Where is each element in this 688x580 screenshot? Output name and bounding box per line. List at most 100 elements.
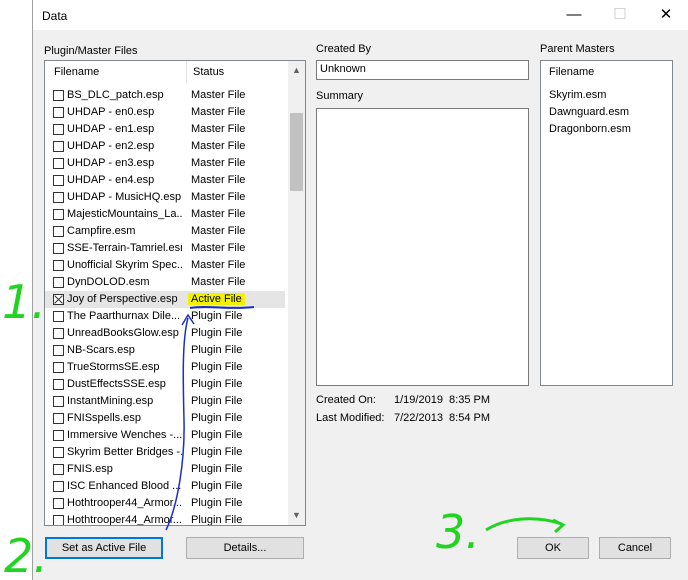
table-row[interactable]: Unofficial Skyrim Spec... Master File: [45, 257, 285, 274]
title-bar[interactable]: Data — ☐ ✕: [33, 0, 688, 30]
table-row[interactable]: InstantMining.esp Plugin File: [45, 393, 285, 410]
plugin-filename: The Paarthurnax Dile...: [67, 310, 181, 322]
plugin-filename: Unofficial Skyrim Spec...: [67, 259, 182, 271]
details-button[interactable]: Details...: [186, 537, 304, 559]
table-row[interactable]: UHDAP - en2.esp Master File: [45, 138, 285, 155]
checkbox[interactable]: [53, 277, 64, 288]
checkbox[interactable]: [53, 515, 64, 525]
checkbox[interactable]: [53, 396, 64, 407]
checkbox[interactable]: [53, 107, 64, 118]
table-row[interactable]: Hothtrooper44_Armor... Plugin File: [45, 512, 285, 525]
close-icon[interactable]: ✕: [643, 0, 688, 30]
checkbox[interactable]: [53, 260, 64, 271]
checkbox[interactable]: [53, 311, 64, 322]
table-row[interactable]: Immersive Wenches -... Plugin File: [45, 427, 285, 444]
plugin-status: Active File: [188, 291, 245, 308]
list-item[interactable]: Dawnguard.esm: [549, 106, 629, 118]
table-row[interactable]: UnreadBooksGlow.esp Plugin File: [45, 325, 285, 342]
plugin-filename: BS_DLC_patch.esp: [67, 89, 164, 101]
parent-filename-column-header[interactable]: Filename: [549, 61, 594, 83]
table-row[interactable]: UHDAP - MusicHQ.esp Master File: [45, 189, 285, 206]
table-row[interactable]: MajesticMountains_La... Master File: [45, 206, 285, 223]
plugin-status-text: Plugin File: [191, 378, 243, 390]
plugin-status-text: Plugin File: [191, 344, 243, 356]
checkbox[interactable]: [53, 124, 64, 135]
plugin-filename: FNIS.esp: [67, 463, 113, 475]
checkbox[interactable]: [53, 413, 64, 424]
checkbox[interactable]: [53, 90, 64, 101]
table-row[interactable]: Hothtrooper44_Armor... Plugin File: [45, 495, 285, 512]
parent-masters-list[interactable]: Filename Skyrim.esm Dawnguard.esm Dragon…: [540, 60, 673, 386]
checkbox[interactable]: [53, 175, 64, 186]
checkbox[interactable]: [53, 481, 64, 492]
plugin-list-scrollbar[interactable]: ▲ ▼: [288, 61, 305, 525]
plugin-status-text: Plugin File: [191, 327, 243, 339]
plugin-status-text: Master File: [191, 89, 246, 101]
list-item[interactable]: Dragonborn.esm: [549, 123, 631, 135]
checkbox[interactable]: [53, 141, 64, 152]
table-row[interactable]: UHDAP - en3.esp Master File: [45, 155, 285, 172]
plugin-status-text: Master File: [191, 242, 246, 254]
plugin-status: Master File: [191, 104, 245, 121]
list-item[interactable]: Skyrim.esm: [549, 89, 606, 101]
table-row[interactable]: The Paarthurnax Dile... Plugin File: [45, 308, 285, 325]
scroll-thumb[interactable]: [290, 113, 303, 191]
filename-column-header[interactable]: Filename: [54, 61, 99, 83]
table-row[interactable]: ISC Enhanced Blood ... Plugin File: [45, 478, 285, 495]
plugin-filename: UHDAP - en4.esp: [67, 174, 155, 186]
summary-field[interactable]: [316, 108, 529, 386]
plugin-status-text: Master File: [191, 106, 246, 118]
table-row[interactable]: UHDAP - en0.esp Master File: [45, 104, 285, 121]
cancel-button[interactable]: Cancel: [599, 537, 671, 559]
checkbox[interactable]: [53, 498, 64, 509]
plugin-status: Master File: [191, 121, 245, 138]
checkbox[interactable]: [53, 158, 64, 169]
table-row[interactable]: UHDAP - en1.esp Master File: [45, 121, 285, 138]
plugin-status: Plugin File: [191, 495, 242, 512]
plugin-file-list[interactable]: Filename Status BS_DLC_patch.esp Master F…: [44, 60, 306, 526]
table-row[interactable]: DustEffectsSSE.esp Plugin File: [45, 376, 285, 393]
checkbox[interactable]: [53, 345, 64, 356]
plugin-filename: Immersive Wenches -...: [67, 429, 182, 441]
plugin-status-text: Master File: [191, 191, 246, 203]
checkbox[interactable]: [53, 192, 64, 203]
plugin-status-text: Plugin File: [191, 480, 243, 492]
plugin-status: Plugin File: [191, 393, 242, 410]
plugin-status-text: Active File: [188, 293, 245, 305]
table-row[interactable]: Campfire.esm Master File: [45, 223, 285, 240]
last-modified-label: Last Modified:: [316, 412, 385, 424]
checkbox[interactable]: [53, 430, 64, 441]
table-row[interactable]: SSE-Terrain-Tamriel.esm Master File: [45, 240, 285, 257]
created-by-field[interactable]: Unknown: [316, 60, 529, 80]
table-row[interactable]: Joy of Perspective.esp Active File: [45, 291, 285, 308]
checkbox[interactable]: [53, 464, 64, 475]
table-row[interactable]: DynDOLOD.esm Master File: [45, 274, 285, 291]
table-row[interactable]: TrueStormsSE.esp Plugin File: [45, 359, 285, 376]
last-modified-value: 7/22/2013 8:54 PM: [394, 412, 491, 424]
plugin-status-text: Plugin File: [191, 361, 243, 373]
checkbox[interactable]: [53, 328, 64, 339]
table-row[interactable]: FNISspells.esp Plugin File: [45, 410, 285, 427]
table-row[interactable]: NB-Scars.esp Plugin File: [45, 342, 285, 359]
scroll-up-icon[interactable]: ▲: [288, 62, 305, 79]
plugin-status-text: Master File: [191, 140, 246, 152]
table-row[interactable]: Skyrim Better Bridges -... Plugin File: [45, 444, 285, 461]
checkbox[interactable]: [53, 226, 64, 237]
status-column-header[interactable]: Status: [193, 61, 224, 83]
checkbox[interactable]: [53, 243, 64, 254]
column-divider[interactable]: [186, 61, 187, 83]
table-row[interactable]: BS_DLC_patch.esp Master File: [45, 87, 285, 104]
plugin-filename: UHDAP - en1.esp: [67, 123, 155, 135]
checkbox[interactable]: [53, 209, 64, 220]
table-row[interactable]: UHDAP - en4.esp Master File: [45, 172, 285, 189]
scroll-down-icon[interactable]: ▼: [288, 507, 305, 524]
table-row[interactable]: FNIS.esp Plugin File: [45, 461, 285, 478]
ok-button[interactable]: OK: [517, 537, 589, 559]
checkbox[interactable]: [53, 362, 64, 373]
checkbox[interactable]: [53, 379, 64, 390]
maximize-icon: ☐: [613, 6, 627, 23]
set-active-file-button[interactable]: Set as Active File: [45, 537, 163, 559]
minimize-icon[interactable]: —: [551, 0, 597, 30]
checkbox[interactable]: [53, 447, 64, 458]
checked-checkbox[interactable]: [53, 294, 64, 305]
